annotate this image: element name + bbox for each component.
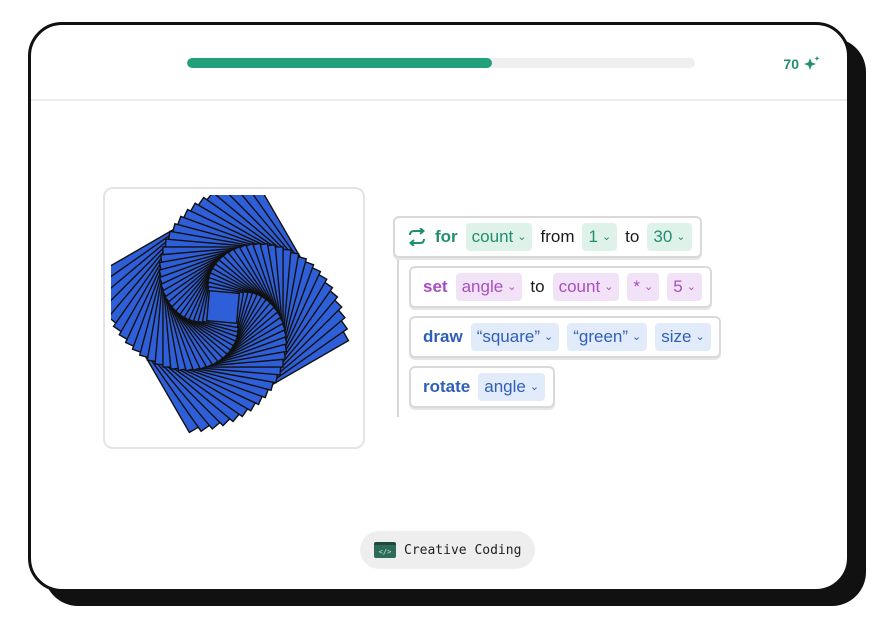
multiplier-dropdown[interactable]: 5 ⌄	[667, 273, 702, 301]
top-bar: 70	[31, 25, 847, 101]
to-label: to	[625, 227, 640, 246]
operand-dropdown[interactable]: count ⌄	[552, 273, 620, 301]
loop-bracket	[397, 259, 405, 417]
rotate-keyword: rotate	[423, 377, 471, 396]
chevron-down-icon: ⌄	[529, 380, 540, 393]
score-counter: 70	[783, 55, 821, 73]
chevron-down-icon: ⌄	[517, 230, 527, 243]
sparkle-icon	[803, 55, 821, 73]
operator-dropdown[interactable]: * ⌄	[627, 273, 660, 301]
progress-fill	[187, 58, 492, 68]
rotated-squares-drawing	[111, 195, 350, 434]
drawn-square	[205, 289, 241, 325]
category-label: Creative Coding	[404, 542, 522, 558]
operand-value: count	[558, 277, 601, 296]
category-chip: </> Creative Coding	[360, 531, 536, 569]
size-value: size	[661, 327, 692, 346]
loop-variable-value: count	[471, 227, 514, 246]
from-value-dropdown[interactable]: 1 ⌄	[582, 223, 618, 251]
chevron-down-icon: ⌄	[604, 280, 614, 293]
chevron-down-icon: ⌄	[676, 230, 686, 243]
draw-block[interactable]: draw “square” ⌄ “green” ⌄ size ⌄	[409, 316, 721, 358]
chevron-down-icon: ⌄	[686, 280, 696, 293]
chevron-down-icon: ⌄	[544, 330, 554, 343]
from-label: from	[540, 227, 575, 246]
rotate-block[interactable]: rotate angle ⌄	[409, 366, 556, 408]
score-value: 70	[783, 56, 799, 72]
for-loop-block[interactable]: for count ⌄ from 1 ⌄ to 30 ⌄	[393, 216, 702, 258]
from-value: 1	[588, 227, 598, 246]
shape-dropdown[interactable]: “square” ⌄	[470, 323, 560, 351]
size-dropdown[interactable]: size ⌄	[655, 323, 711, 351]
loop-variable-dropdown[interactable]: count ⌄	[465, 223, 533, 251]
rotate-value: angle	[484, 377, 526, 396]
color-dropdown[interactable]: “green” ⌄	[567, 323, 648, 351]
shape-value: “square”	[476, 327, 540, 346]
set-variable-dropdown[interactable]: angle ⌄	[455, 273, 523, 301]
set-variable-value: angle	[461, 277, 504, 296]
rotate-value-dropdown[interactable]: angle ⌄	[478, 373, 546, 401]
to-value: 30	[653, 227, 673, 246]
for-keyword: for	[435, 227, 458, 246]
lesson-card: 70 for count ⌄ from 1 ⌄ to 30 ⌄ set angl…	[28, 22, 850, 592]
operator-value: *	[633, 277, 641, 296]
chevron-down-icon: ⌄	[644, 280, 654, 293]
set-to-label: to	[530, 277, 545, 296]
progress-bar	[187, 58, 695, 68]
drawing-preview	[103, 187, 365, 449]
chevron-down-icon: ⌄	[632, 330, 642, 343]
color-value: “green”	[573, 327, 629, 346]
chevron-down-icon: ⌄	[695, 330, 705, 343]
chevron-down-icon: ⌄	[601, 230, 612, 243]
loop-arrows-icon	[407, 227, 427, 247]
chevron-down-icon: ⌄	[507, 280, 517, 293]
set-variable-block[interactable]: set angle ⌄ to count ⌄ * ⌄ 5 ⌄	[409, 266, 712, 308]
to-value-dropdown[interactable]: 30 ⌄	[647, 223, 692, 251]
set-keyword: set	[423, 277, 448, 296]
draw-keyword: draw	[423, 327, 463, 346]
multiplier-value: 5	[673, 277, 683, 296]
code-window-icon: </>	[374, 542, 396, 558]
